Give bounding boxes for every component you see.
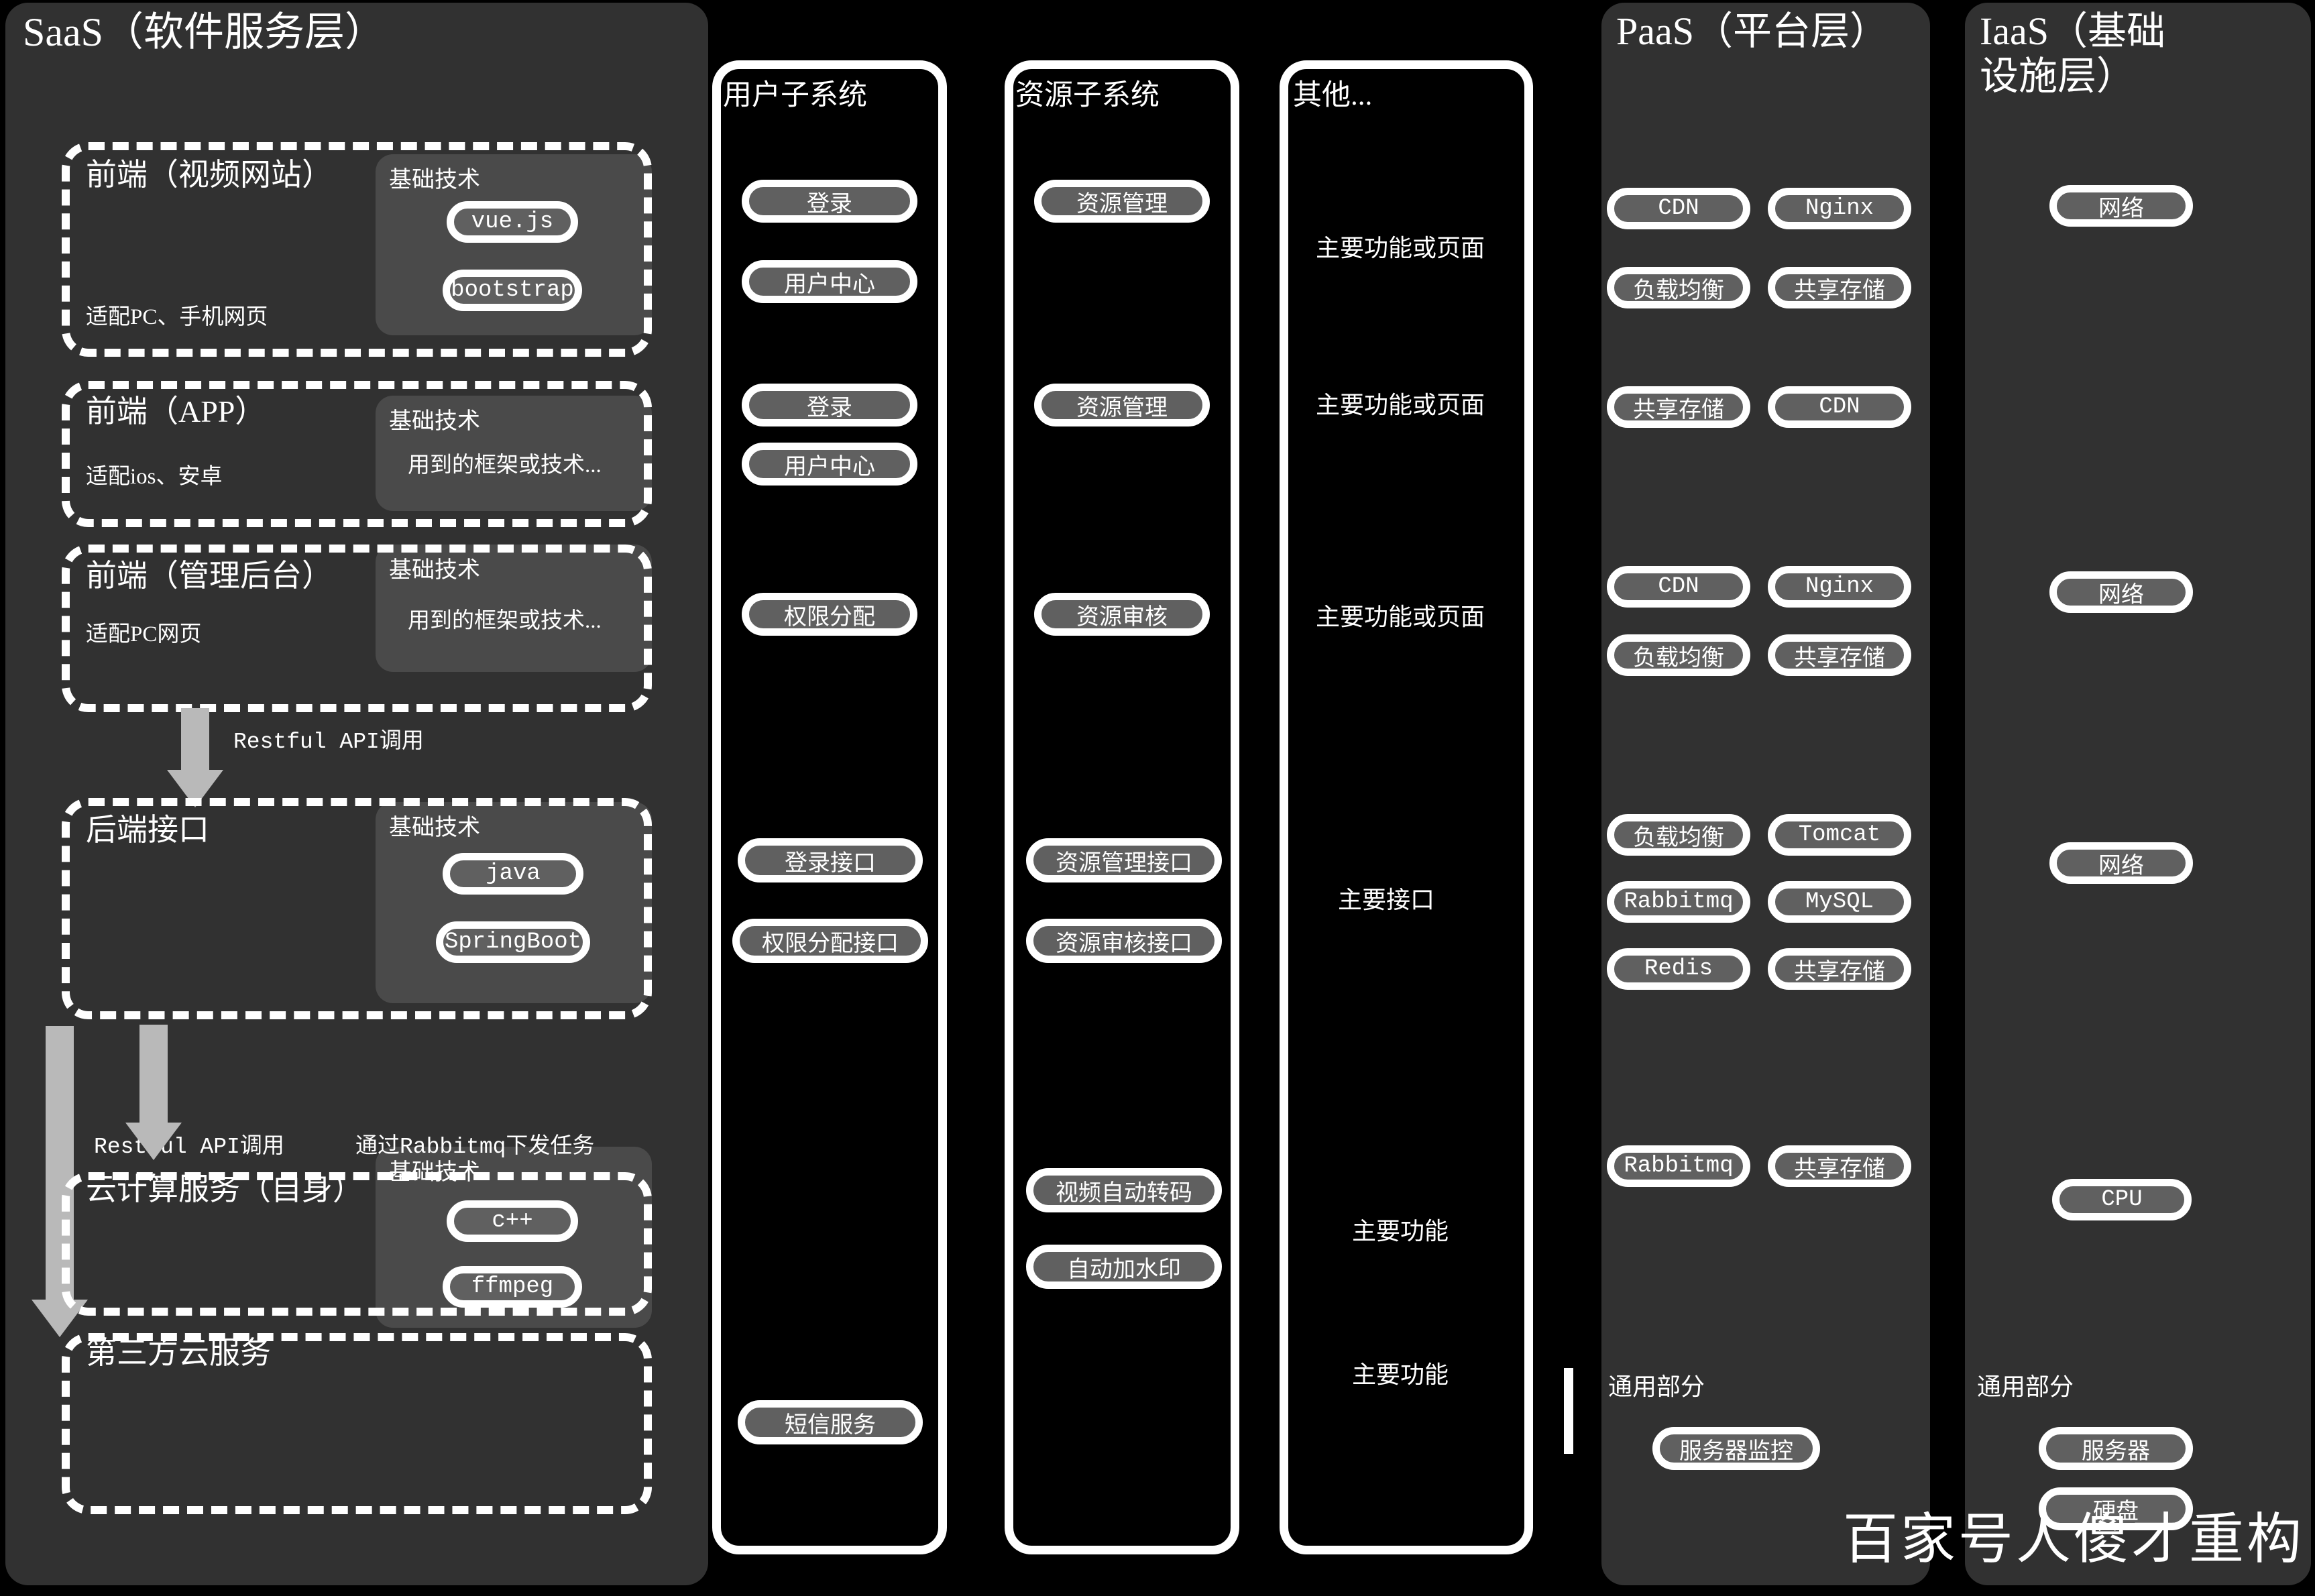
paas-pill-nginx-3[interactable]: Nginx [1768, 566, 1911, 608]
other-label-2: 主要功能或页面 [1316, 392, 1485, 418]
resource-pill-manage-api[interactable]: 资源管理接口 [1026, 838, 1222, 882]
subsystem-header-resource: 资源子系统 [1015, 80, 1160, 111]
tech-pill-ffmpeg[interactable]: ffmpeg [443, 1266, 582, 1308]
resource-pill-watermark[interactable]: 自动加水印 [1026, 1245, 1222, 1289]
subsystem-header-other: 其他... [1293, 80, 1373, 111]
paas-pill-loadbalance-1[interactable]: 负载均衡 [1607, 267, 1750, 308]
subsystem-column-resource [1005, 60, 1239, 1554]
architecture-diagram: SaaS（软件服务层） PaaS（平台层） IaaS（基础 设施层） 用户子系统… [0, 0, 2315, 1596]
iaas-pill-network-4[interactable]: 网络 [2049, 842, 2193, 884]
paas-pill-loadbalance-3[interactable]: 负载均衡 [1607, 634, 1750, 676]
paas-pill-mysql-4[interactable]: MySQL [1768, 881, 1911, 923]
resource-pill-manage-1[interactable]: 资源管理 [1034, 180, 1210, 223]
row-name-1: 前端（视频网站） [86, 158, 333, 192]
tech-pill-springboot[interactable]: SpringBoot [436, 921, 590, 963]
paas-pill-sharedstorage-3[interactable]: 共享存储 [1768, 634, 1911, 676]
iaas-pill-network-3[interactable]: 网络 [2049, 571, 2193, 613]
row-name-5: 云计算服务（自身） [86, 1172, 363, 1206]
tech-text-3: 用到的框架或技术... [408, 609, 602, 633]
row-name-4: 后端接口 [86, 813, 209, 847]
paas-pill-sharedstorage-1[interactable]: 共享存储 [1768, 267, 1911, 308]
row-name-6: 第三方云服务 [86, 1336, 271, 1370]
paas-pill-cdn-1[interactable]: CDN [1607, 188, 1750, 229]
tech-pill-cpp[interactable]: c++ [447, 1200, 578, 1242]
paas-pill-cdn-3[interactable]: CDN [1607, 566, 1750, 608]
user-pill-permission-3[interactable]: 权限分配 [742, 593, 917, 636]
user-pill-sms[interactable]: 短信服务 [738, 1400, 923, 1444]
tech-pill-java[interactable]: java [443, 853, 583, 895]
paas-pill-server-monitor[interactable]: 服务器监控 [1652, 1427, 1820, 1470]
resource-pill-manage-2[interactable]: 资源管理 [1034, 384, 1210, 426]
paas-pill-loadbalance-4[interactable]: 负载均衡 [1607, 814, 1750, 856]
row-name-2: 前端（APP） [86, 394, 266, 429]
resource-pill-audit-3[interactable]: 资源审核 [1034, 593, 1210, 636]
user-pill-usercenter-1[interactable]: 用户中心 [742, 260, 917, 303]
tech-card-4: 基础技术 [376, 802, 652, 1003]
paas-pill-sharedstorage-4[interactable]: 共享存储 [1768, 948, 1911, 990]
paas-panel [1601, 3, 1930, 1585]
tech-card-label-5: 基础技术 [389, 1160, 480, 1185]
user-pill-usercenter-2[interactable]: 用户中心 [742, 443, 917, 486]
resource-pill-audit-api[interactable]: 资源审核接口 [1026, 919, 1222, 963]
resource-pill-transcode[interactable]: 视频自动转码 [1026, 1168, 1222, 1212]
tech-card-3: 基础技术 [376, 545, 652, 672]
tech-card-label-4: 基础技术 [389, 815, 480, 840]
other-label-1: 主要功能或页面 [1316, 235, 1485, 262]
watermark: 百家号人傻才重构 [1843, 1509, 2305, 1570]
tech-card-label-2: 基础技术 [389, 409, 480, 434]
tech-text-2: 用到的框架或技术... [408, 453, 602, 477]
other-label-3: 主要功能或页面 [1316, 604, 1485, 630]
other-label-6: 主要功能 [1352, 1361, 1449, 1388]
iaas-title: IaaS（基础 设施层） [1980, 9, 2165, 99]
paas-pill-redis-4[interactable]: Redis [1607, 948, 1750, 990]
paas-pill-rabbitmq-4[interactable]: Rabbitmq [1607, 881, 1750, 923]
row-sub-1: 适配PC、手机网页 [86, 305, 268, 329]
divider-tick [1564, 1368, 1573, 1454]
paas-pill-sharedstorage-2[interactable]: 共享存储 [1607, 386, 1750, 428]
tech-card-label-1: 基础技术 [389, 168, 480, 192]
saas-title: SaaS（软件服务层） [23, 10, 385, 54]
iaas-title-text: IaaS（基础 设施层） [1980, 9, 2166, 98]
user-pill-login-1[interactable]: 登录 [742, 180, 917, 223]
arrow-label-1: Restful API调用 [233, 730, 424, 754]
user-pill-permission-api[interactable]: 权限分配接口 [732, 919, 928, 963]
arrow-restful-api-1 [161, 708, 241, 809]
paas-pill-cdn-2[interactable]: CDN [1768, 386, 1911, 428]
iaas-pill-network-1[interactable]: 网络 [2049, 185, 2193, 227]
paas-title: PaaS（平台层） [1616, 9, 1889, 53]
iaas-common-label: 通用部分 [1977, 1373, 2074, 1400]
row-sub-2: 适配ios、安卓 [86, 465, 223, 489]
row-name-3: 前端（管理后台） [86, 559, 333, 593]
iaas-pill-server[interactable]: 服务器 [2039, 1427, 2193, 1470]
paas-pill-sharedstorage-5[interactable]: 共享存储 [1768, 1145, 1911, 1187]
user-pill-login-2[interactable]: 登录 [742, 384, 917, 426]
tech-pill-vuejs[interactable]: vue.js [447, 201, 578, 243]
tech-pill-bootstrap[interactable]: bootstrap [443, 270, 582, 311]
arrow-rabbitmq-dispatch [119, 1025, 200, 1165]
paas-pill-rabbitmq-5[interactable]: Rabbitmq [1607, 1145, 1750, 1187]
iaas-panel [1965, 3, 2311, 1585]
other-label-5: 主要功能 [1352, 1218, 1449, 1245]
user-pill-login-api[interactable]: 登录接口 [738, 838, 923, 882]
paas-pill-tomcat-4[interactable]: Tomcat [1768, 814, 1911, 856]
other-label-4: 主要接口 [1338, 887, 1435, 913]
row-sub-3: 适配PC网页 [86, 622, 202, 646]
iaas-pill-cpu-5[interactable]: CPU [2052, 1179, 2192, 1220]
subsystem-header-user: 用户子系统 [723, 80, 867, 111]
tech-card-label-3: 基础技术 [389, 558, 480, 583]
paas-pill-nginx-1[interactable]: Nginx [1768, 188, 1911, 229]
subsystem-column-other [1280, 60, 1533, 1554]
paas-common-label: 通用部分 [1608, 1373, 1705, 1400]
